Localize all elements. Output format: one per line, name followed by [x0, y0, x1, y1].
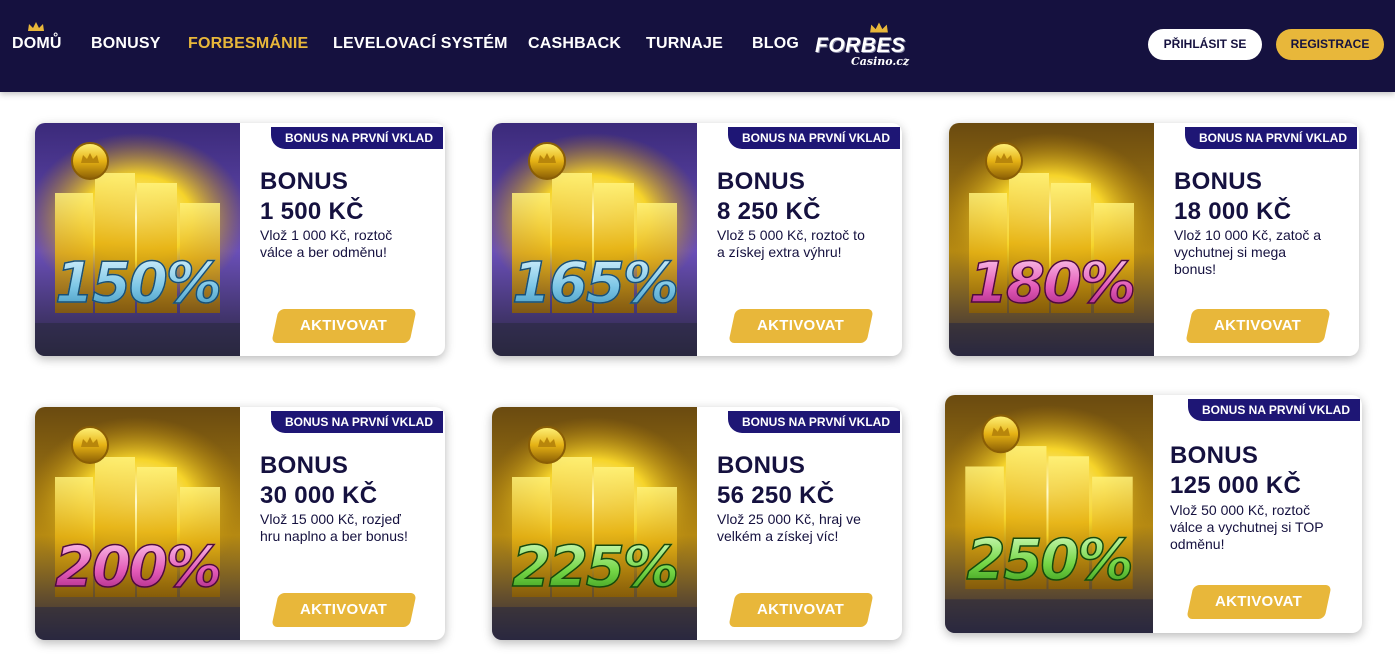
bonus-percent: 200% — [35, 534, 240, 601]
first-deposit-ribbon: BONUS NA PRVNÍ VKLAD — [727, 411, 900, 433]
bonus-card[interactable]: 165% BONUS NA PRVNÍ VKLAD BONUS 8 250 KČ… — [492, 123, 902, 356]
percent-graphic — [492, 123, 697, 356]
register-button[interactable]: REGISTRACE — [1276, 29, 1384, 60]
first-deposit-ribbon: BONUS NA PRVNÍ VKLAD — [727, 127, 900, 149]
bonus-description: Vlož 15 000 Kč, rozjeď hru naplno a ber … — [260, 511, 408, 545]
bonus-amount: 30 000 KČ — [260, 482, 378, 509]
bonus-label: BONUS — [717, 168, 806, 195]
activate-button-label: AKTIVOVAT — [300, 601, 388, 618]
bonus-image: 180% — [949, 123, 1154, 356]
bonus-label: BONUS — [1170, 442, 1259, 469]
bonus-description-line: válce a vychutnej si TOP — [1170, 519, 1324, 535]
bonus-image: 225% — [492, 407, 697, 640]
nav-forbesmanie[interactable]: FORBESMÁNIE — [188, 35, 308, 53]
first-deposit-ribbon: BONUS NA PRVNÍ VKLAD — [1187, 399, 1360, 421]
bonus-description-line: velkém a získej víc! — [717, 528, 839, 544]
bonus-card[interactable]: 180% BONUS NA PRVNÍ VKLAD BONUS 18 000 K… — [949, 123, 1359, 356]
bonus-description-line: bonus! — [1174, 261, 1217, 277]
bonus-description: Vlož 50 000 Kč, roztoč válce a vychutnej… — [1170, 502, 1324, 553]
crown-icon — [28, 22, 44, 31]
bonus-label: BONUS — [260, 452, 349, 479]
percent-graphic — [492, 407, 697, 640]
login-button[interactable]: PŘIHLÁSIT SE — [1148, 29, 1262, 60]
logo-crown-icon — [870, 22, 888, 33]
top-navbar: DOMŮ BONUSY FORBESMÁNIE LEVELOVACÍ SYSTÉ… — [0, 0, 1395, 92]
bonus-card[interactable]: 150% BONUS NA PRVNÍ VKLAD BONUS 1 500 KČ… — [35, 123, 445, 356]
nav-bonuses[interactable]: BONUSY — [91, 35, 161, 53]
activate-button[interactable]: AKTIVOVAT — [271, 593, 417, 627]
first-deposit-ribbon: BONUS NA PRVNÍ VKLAD — [270, 411, 443, 433]
bonus-label: BONUS — [717, 452, 806, 479]
bonus-description-line: a získej extra výhru! — [717, 244, 842, 260]
bonus-card[interactable]: 200% BONUS NA PRVNÍ VKLAD BONUS 30 000 K… — [35, 407, 445, 640]
bonus-description-line: válce a ber odměnu! — [260, 244, 387, 260]
bonus-description-line: hru naplno a ber bonus! — [260, 528, 408, 544]
bonus-description-line: Vlož 10 000 Kč, zatoč a — [1174, 227, 1322, 243]
bonus-description-line: Vlož 1 000 Kč, roztoč — [260, 227, 393, 243]
bonus-description-line: Vlož 25 000 Kč, hraj ve — [717, 511, 861, 527]
bonus-amount: 1 500 KČ — [260, 198, 364, 225]
bonus-label: BONUS — [1174, 168, 1263, 195]
nav-home[interactable]: DOMŮ — [12, 35, 62, 53]
activate-button-label: AKTIVOVAT — [757, 317, 845, 334]
bonus-card[interactable]: 225% BONUS NA PRVNÍ VKLAD BONUS 56 250 K… — [492, 407, 902, 640]
forbes-casino-logo[interactable]: FORBES Casino.cz — [815, 22, 937, 72]
activate-button[interactable]: AKTIVOVAT — [728, 309, 874, 343]
activate-button[interactable]: AKTIVOVAT — [1186, 585, 1332, 619]
activate-button-label: AKTIVOVAT — [757, 601, 845, 618]
logo-subtext: Casino.cz — [851, 55, 910, 68]
bonus-title: BONUS 125 000 KČ — [1170, 441, 1301, 501]
first-deposit-ribbon: BONUS NA PRVNÍ VKLAD — [270, 127, 443, 149]
percent-graphic — [945, 395, 1153, 633]
bonus-title: BONUS 30 000 KČ — [260, 451, 377, 511]
bonus-description-line: Vlož 15 000 Kč, rozjeď — [260, 511, 401, 527]
bonus-percent: 250% — [945, 527, 1153, 594]
nav-level-system[interactable]: LEVELOVACÍ SYSTÉM — [333, 35, 508, 53]
bonus-percent: 165% — [492, 250, 697, 317]
bonus-description: Vlož 25 000 Kč, hraj ve velkém a získej … — [717, 511, 861, 545]
bonus-card[interactable]: 250% BONUS NA PRVNÍ VKLAD BONUS 125 000 … — [945, 395, 1362, 633]
bonus-description-line: Vlož 5 000 Kč, roztoč to — [717, 227, 865, 243]
bonus-image: 150% — [35, 123, 240, 356]
nav-cashback[interactable]: CASHBACK — [528, 35, 621, 53]
bonus-description-line: vychutnej si mega — [1174, 244, 1287, 260]
bonus-amount: 8 250 KČ — [717, 198, 821, 225]
bonus-percent: 225% — [492, 534, 697, 601]
bonus-title: BONUS 8 250 KČ — [717, 167, 821, 227]
bonus-title: BONUS 18 000 KČ — [1174, 167, 1291, 227]
bonus-description: Vlož 1 000 Kč, roztoč válce a ber odměnu… — [260, 227, 392, 261]
activate-button-label: AKTIVOVAT — [1214, 317, 1302, 334]
bonus-percent: 150% — [35, 250, 240, 317]
bonus-percent: 180% — [949, 250, 1154, 317]
bonus-image: 250% — [945, 395, 1153, 633]
bonus-image: 200% — [35, 407, 240, 640]
bonus-image: 165% — [492, 123, 697, 356]
activate-button-label: AKTIVOVAT — [1215, 593, 1303, 610]
bonus-title: BONUS 1 500 KČ — [260, 167, 364, 227]
bonus-title: BONUS 56 250 KČ — [717, 451, 834, 511]
bonus-description-line: Vlož 50 000 Kč, roztoč — [1170, 502, 1311, 518]
percent-graphic — [35, 123, 240, 356]
percent-graphic — [35, 407, 240, 640]
nav-blog[interactable]: BLOG — [752, 35, 799, 53]
activate-button[interactable]: AKTIVOVAT — [728, 593, 874, 627]
bonus-amount: 125 000 KČ — [1170, 472, 1302, 499]
nav-tournaments[interactable]: TURNAJE — [646, 35, 723, 53]
percent-graphic — [949, 123, 1154, 356]
bonus-description-line: odměnu! — [1170, 536, 1225, 552]
first-deposit-ribbon: BONUS NA PRVNÍ VKLAD — [1184, 127, 1357, 149]
activate-button[interactable]: AKTIVOVAT — [1185, 309, 1331, 343]
activate-button[interactable]: AKTIVOVAT — [271, 309, 417, 343]
bonus-description: Vlož 10 000 Kč, zatoč a vychutnej si meg… — [1174, 227, 1321, 278]
bonus-amount: 18 000 KČ — [1174, 198, 1292, 225]
bonus-description: Vlož 5 000 Kč, roztoč to a získej extra … — [717, 227, 865, 261]
bonus-label: BONUS — [260, 168, 349, 195]
bonus-amount: 56 250 KČ — [717, 482, 835, 509]
activate-button-label: AKTIVOVAT — [300, 317, 388, 334]
